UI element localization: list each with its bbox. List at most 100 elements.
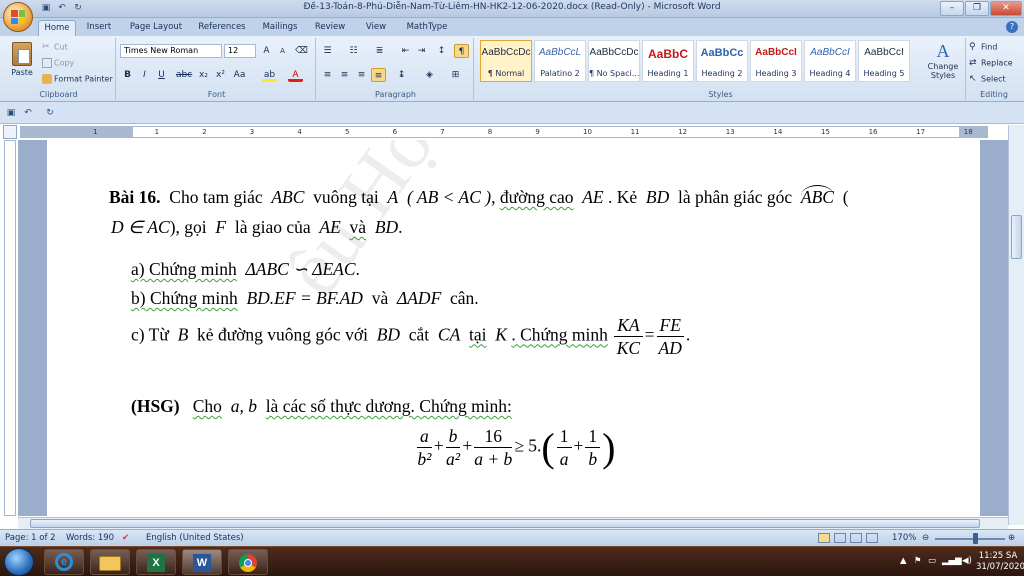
help-icon[interactable]: ? (1006, 21, 1018, 33)
tab-references[interactable]: References (194, 20, 250, 36)
align-center-button[interactable]: ≡ (337, 68, 352, 82)
bold-button[interactable]: B (120, 68, 135, 82)
zoom-level[interactable]: 170% (892, 533, 916, 543)
ruler-number: 13 (725, 128, 735, 136)
style-heading-1[interactable]: AaBbC Heading 1 (642, 40, 694, 82)
excel-taskbar-button[interactable]: X (136, 549, 176, 575)
fraction-fe-ad: FE AD (656, 314, 684, 359)
close-button[interactable]: ✕ (990, 1, 1022, 16)
multilevel-list-button[interactable]: ≣ (372, 44, 387, 58)
chrome-taskbar-button[interactable] (228, 549, 268, 575)
language[interactable]: English (United States) (146, 533, 244, 543)
document-page[interactable]: ều Học & THCS Bài 16. Cho tam giác ABC v… (47, 140, 980, 516)
line-spacing-button[interactable]: ↨ (394, 68, 409, 82)
horizontal-ruler[interactable]: 112345678910111213141516171819 (20, 126, 1020, 138)
vertical-ruler[interactable] (4, 140, 16, 516)
zoom-slider-knob[interactable] (973, 533, 978, 544)
redo-icon[interactable]: ↻ (44, 107, 56, 119)
paste-label: Paste (11, 68, 33, 77)
subscript-button[interactable]: x₂ (196, 68, 211, 82)
web-layout-icon[interactable] (850, 533, 862, 543)
highlight-button[interactable]: ab (262, 68, 277, 82)
sort-button[interactable]: ↕ (434, 44, 449, 58)
word-taskbar-button[interactable]: W (182, 549, 222, 575)
start-button[interactable] (4, 548, 34, 576)
text: là giao của (234, 217, 311, 237)
horizontal-scroll-thumb[interactable] (30, 519, 980, 528)
style-normal[interactable]: AaBbCcDc ¶ Normal (480, 40, 532, 82)
zoom-slider[interactable] (935, 538, 1005, 540)
clear-format-button[interactable]: ⌫ (294, 44, 309, 58)
page-count[interactable]: Page: 1 of 2 (5, 533, 56, 543)
bullets-button[interactable]: ☰ (320, 44, 335, 58)
font-group: Times New Roman 12 A A ⌫ B I U abc x₂ x²… (118, 38, 316, 100)
style-heading-3[interactable]: AaBbCcI Heading 3 (750, 40, 802, 82)
show-marks-button[interactable]: ¶ (454, 44, 469, 58)
decrease-indent-button[interactable]: ⇤ (398, 44, 413, 58)
tab-home[interactable]: Home (38, 20, 76, 36)
numbering-button[interactable]: ☷ (346, 44, 361, 58)
tab-page-layout[interactable]: Page Layout (126, 20, 186, 36)
font-name-combo[interactable]: Times New Roman (120, 44, 222, 58)
editing-group-label: Editing (980, 90, 1008, 99)
select-button[interactable]: ↖ Select (969, 74, 1006, 84)
format-painter-button[interactable]: Format Painter (42, 74, 113, 84)
tab-view[interactable]: View (358, 20, 394, 36)
tray-arrow-icon[interactable]: ▲ (900, 556, 907, 566)
strikethrough-button[interactable]: abc (176, 68, 192, 82)
cut-button[interactable]: ✂ Cut (42, 42, 68, 52)
style-palatino-2[interactable]: AaBbCcL Palatino 2 (534, 40, 586, 82)
minimize-button[interactable]: – (940, 1, 964, 16)
horizontal-scrollbar[interactable] (18, 517, 1008, 529)
increase-indent-button[interactable]: ⇥ (414, 44, 429, 58)
undo-icon[interactable]: ↶ (22, 107, 34, 119)
vertical-scrollbar[interactable] (1008, 125, 1024, 525)
underline-button[interactable]: U (154, 68, 169, 82)
tab-mathtype[interactable]: MathType (402, 20, 452, 36)
style-heading-4[interactable]: AaBbCcI Heading 4 (804, 40, 856, 82)
shrink-font-button[interactable]: A (275, 44, 290, 58)
change-case-button[interactable]: Aa (232, 68, 247, 82)
save-icon[interactable]: ▣ (5, 107, 17, 119)
print-layout-icon[interactable] (818, 533, 830, 543)
battery-icon[interactable]: ▭ (928, 556, 936, 566)
flag-icon[interactable]: ⚑ (914, 556, 922, 566)
word-count[interactable]: Words: 190 (66, 533, 114, 543)
style-heading-2[interactable]: AaBbCc Heading 2 (696, 40, 748, 82)
copy-button[interactable]: Copy (42, 58, 74, 68)
restore-button[interactable]: ❐ (965, 1, 989, 16)
superscript-button[interactable]: x² (213, 68, 228, 82)
volume-icon[interactable]: ◀) (962, 556, 972, 566)
signal-icon[interactable]: ▂▄▆ (942, 556, 962, 566)
font-color-button[interactable]: A (288, 68, 303, 82)
borders-button[interactable]: ⊞ (448, 68, 463, 82)
full-screen-icon[interactable] (834, 533, 846, 543)
replace-button[interactable]: ⇄ Replace (969, 58, 1013, 68)
clock-time[interactable]: 11:25 SA (976, 551, 1020, 562)
justify-button[interactable]: ≡ (371, 68, 386, 82)
paste-button[interactable]: Paste (8, 42, 36, 86)
tab-insert[interactable]: Insert (80, 20, 118, 36)
grow-font-button[interactable]: A (259, 44, 274, 58)
tab-selector[interactable] (3, 125, 17, 139)
zoom-in-icon[interactable]: ⊕ (1008, 533, 1015, 543)
italic-button[interactable]: I (137, 68, 152, 82)
change-styles-button[interactable]: A Change Styles (922, 40, 964, 86)
proofing-icon[interactable]: ✔ (122, 533, 129, 543)
explorer-taskbar-button[interactable] (90, 549, 130, 575)
office-button[interactable] (3, 2, 33, 32)
align-right-button[interactable]: ≡ (354, 68, 369, 82)
tab-review[interactable]: Review (310, 20, 350, 36)
zoom-out-icon[interactable]: ⊖ (922, 533, 929, 543)
vertical-scroll-thumb[interactable] (1011, 215, 1022, 259)
align-left-button[interactable]: ≡ (320, 68, 335, 82)
tab-mailings[interactable]: Mailings (258, 20, 302, 36)
clock-date[interactable]: 31/07/2020 (976, 562, 1024, 573)
shading-button[interactable]: ◈ (422, 68, 437, 82)
style-heading-5[interactable]: AaBbCcI Heading 5 (858, 40, 910, 82)
ie-taskbar-button[interactable]: e (44, 549, 84, 575)
font-size-combo[interactable]: 12 (224, 44, 256, 58)
find-button[interactable]: ⚲ Find (969, 42, 997, 52)
style-no-spacing[interactable]: AaBbCcDc ¶ No Spaci... (588, 40, 640, 82)
outline-icon[interactable] (866, 533, 878, 543)
